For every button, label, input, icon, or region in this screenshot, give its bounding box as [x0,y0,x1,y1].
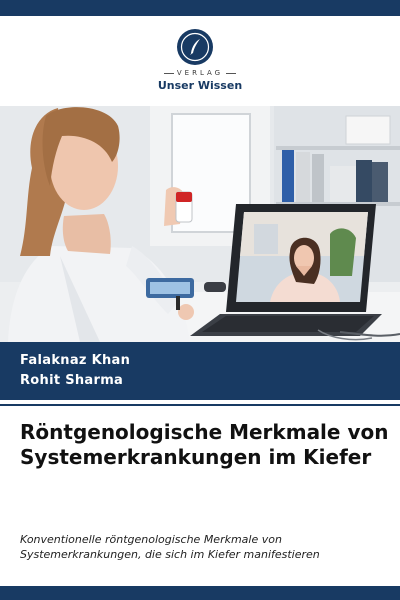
publisher-name: Unser Wissen [157,79,243,92]
quill-emblem-icon [177,29,213,65]
author-band: Falaknaz Khan Rohit Sharma [0,342,400,400]
publisher-label: VERLAG [0,69,400,77]
book-subtitle: Konventionelle röntgenologische Merkmale… [20,533,320,561]
publisher-logo: VERLAG Unser Wissen [0,16,400,106]
cover-photo [0,106,400,342]
telemedicine-illustration [0,106,400,342]
book-title: Röntgenologische Merkmale von Systemerkr… [20,420,389,469]
divider-rule [0,404,400,406]
author-name: Falaknaz Khan [20,353,131,368]
top-color-band [0,0,400,16]
bottom-color-band [0,586,400,600]
author-name: Rohit Sharma [20,373,124,388]
